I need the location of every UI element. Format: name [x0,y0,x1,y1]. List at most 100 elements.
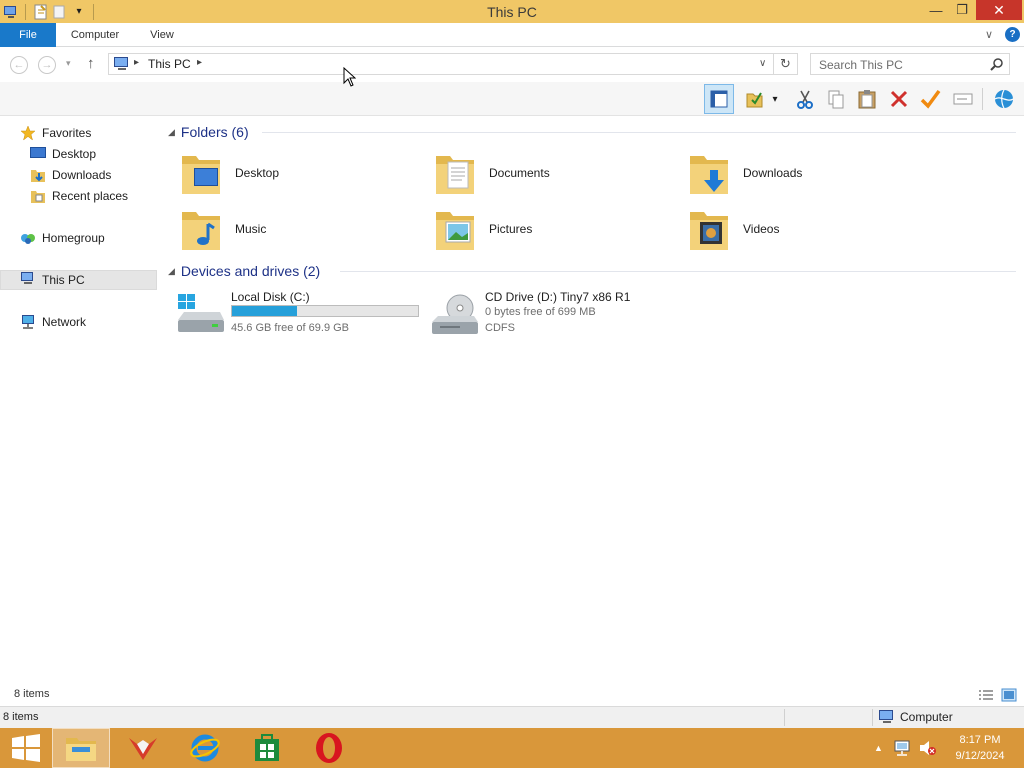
folder-desktop[interactable]: Desktop [180,148,430,200]
folders-group-divider [262,132,1016,133]
homegroup-icon [20,230,38,246]
breadcrumb-this-pc[interactable]: This PC [148,57,191,71]
nav-this-pc-label: This PC [42,273,85,287]
recent-locations-dropdown-icon[interactable]: ▾ [66,58,71,69]
nav-favorites[interactable]: Favorites [0,123,157,143]
back-button[interactable]: ← [10,56,28,74]
desktop-folder-icon [180,150,224,196]
tab-view[interactable]: View [140,23,184,47]
taskbar: ▲ 8:17 PM 9/12/2024 [0,728,1024,768]
nav-this-pc[interactable]: This PC [0,270,157,290]
delete-icon[interactable] [884,84,914,114]
layout-pane-button[interactable] [704,84,734,114]
status-location: Computer [878,710,953,724]
collapse-triangle-icon[interactable]: ◢ [168,127,175,138]
folder-name: Downloads [743,166,803,180]
command-toolbar: ▾ [0,82,1024,116]
nav-downloads[interactable]: Downloads [0,165,157,185]
tab-file[interactable]: File [0,23,56,47]
status-bar: 8 items Computer [0,706,1024,728]
breadcrumb-chevron-icon[interactable]: ▸ [134,57,139,68]
start-button[interactable] [0,728,55,768]
checkmark-icon[interactable] [915,84,945,114]
large-icons-view-icon[interactable] [1001,688,1017,702]
minimize-button[interactable]: — [922,0,950,20]
nav-recent-places[interactable]: Recent places [0,186,157,206]
status-location-label: Computer [900,710,953,724]
mouse-cursor-icon [343,67,356,87]
downloads-icon [30,167,48,183]
search-input[interactable]: Search This PC [810,53,1010,75]
close-button[interactable]: ✕ [976,0,1022,20]
folder-name: Documents [489,166,550,180]
cut-icon[interactable] [790,84,820,114]
tab-computer[interactable]: Computer [62,23,128,47]
this-pc-icon [20,272,38,288]
folders-group-title: Folders (6) [180,124,249,140]
folders-group-header[interactable]: ◢ Folders (6) [168,122,249,142]
address-bar[interactable]: ▸ This PC ▸ ∨ [108,53,774,75]
pictures-folder-icon [434,206,478,252]
taskbar-store[interactable] [238,728,296,768]
drive-name: Local Disk (C:) [231,290,310,304]
recent-places-icon [30,188,48,204]
breadcrumb-chevron-icon[interactable]: ▸ [197,57,202,68]
status-divider [872,709,873,726]
folder-name: Videos [743,222,780,236]
nav-homegroup-label: Homegroup [42,231,105,245]
drive-free-space: 45.6 GB free of 69.9 GB [231,322,350,334]
computer-icon [879,710,893,723]
maximize-button[interactable]: ❐ [950,0,974,20]
globe-icon[interactable] [989,84,1019,114]
show-hidden-icons-icon[interactable]: ▲ [874,743,883,753]
up-button[interactable]: ↑ [87,55,95,72]
this-pc-icon [113,57,131,74]
folder-downloads[interactable]: Downloads [688,148,938,200]
folder-documents[interactable]: Documents [434,148,684,200]
taskbar-clock[interactable]: 8:17 PM 9/12/2024 [950,732,1010,764]
properties-dropdown-icon[interactable]: ▾ [766,84,784,114]
drive-name: CD Drive (D:) Tiny7 x86 R1 [485,290,631,304]
paste-icon[interactable] [852,84,882,114]
folder-pictures[interactable]: Pictures [434,204,684,256]
status-bar-item-count: 8 items [3,711,39,723]
rename-icon[interactable] [948,84,978,114]
music-folder-icon [180,206,224,252]
disk-usage-bar [231,305,419,317]
toolbar-separator [982,88,983,110]
disk-usage-fill [232,306,298,316]
star-icon [20,125,38,141]
folder-music[interactable]: Music [180,204,430,256]
help-icon[interactable]: ? [1005,27,1020,42]
drive-free-space: 0 bytes free of 699 MB [485,306,596,318]
navigation-pane: Favorites Desktop Downloads Recent place… [0,116,160,686]
nav-network[interactable]: Network [0,312,157,332]
drives-group-header[interactable]: ◢ Devices and drives (2) [168,261,320,281]
documents-folder-icon [434,150,478,196]
network-tray-icon[interactable] [893,740,911,756]
details-status-row: 8 items [0,686,1024,706]
taskbar-opera[interactable] [300,728,358,768]
taskbar-file-explorer[interactable] [52,728,110,768]
taskbar-fox-app[interactable] [114,728,172,768]
nav-homegroup[interactable]: Homegroup [0,228,157,248]
drive-cd-d[interactable]: CD Drive (D:) Tiny7 x86 R1 0 bytes free … [430,290,680,336]
volume-muted-icon[interactable] [919,740,937,756]
details-view-icon[interactable] [978,689,994,702]
windows-logo-icon [12,734,40,762]
refresh-button[interactable]: ↻ [774,53,798,75]
opera-icon [316,733,342,763]
address-dropdown-icon[interactable]: ∨ [759,58,766,69]
copy-icon[interactable] [821,84,851,114]
taskbar-internet-explorer[interactable] [176,728,234,768]
drive-local-disk-c[interactable]: Local Disk (C:) 45.6 GB free of 69.9 GB [176,290,426,336]
folder-name: Pictures [489,222,533,236]
collapse-triangle-icon[interactable]: ◢ [168,266,175,277]
search-icon[interactable] [990,57,1004,71]
expand-ribbon-chevron-icon[interactable]: ∨ [985,28,993,41]
forward-button[interactable]: → [38,56,56,74]
nav-desktop[interactable]: Desktop [0,144,157,164]
content-pane: ◢ Folders (6) Desktop Documents Download… [160,116,1024,686]
folder-videos[interactable]: Videos [688,204,938,256]
drives-group-divider [340,271,1016,272]
